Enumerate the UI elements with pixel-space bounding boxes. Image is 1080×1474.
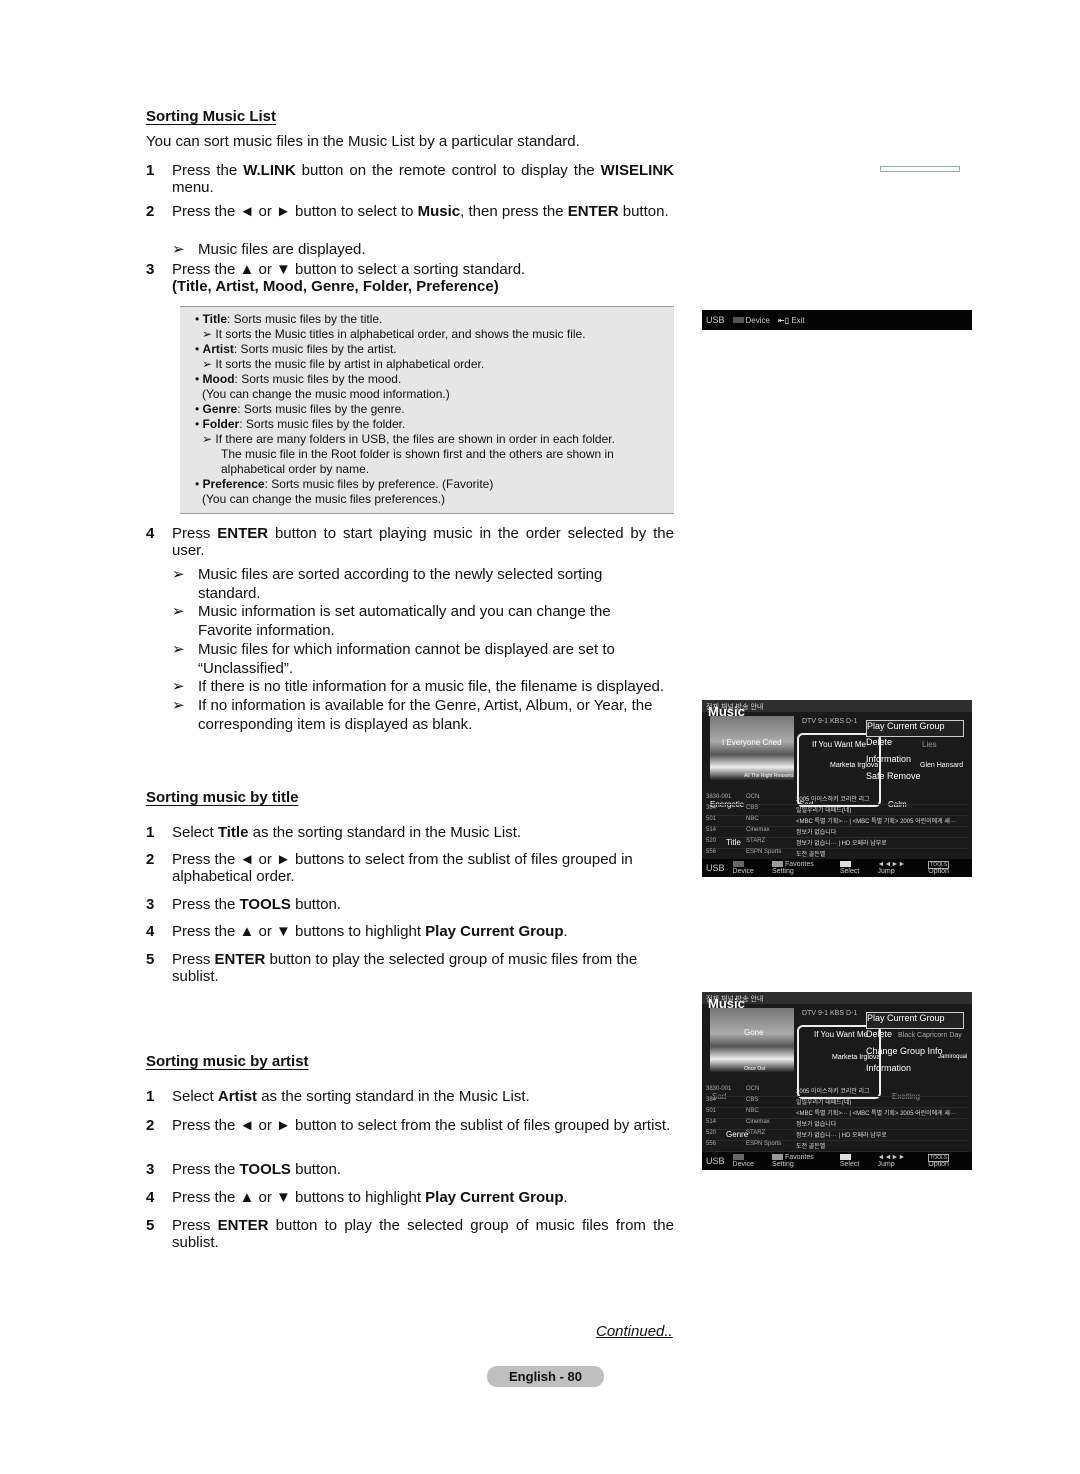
option-button[interactable]: TOOLS Option xyxy=(928,861,968,875)
screen2-bottom-bar: USB Device Favorites Setting Select ◄◄►►… xyxy=(702,859,972,877)
channel-list: 3830-001 OCN 2005 아이스하키 코리안 리그 384 CBS 일일우리기… xyxy=(706,1086,968,1152)
device-button[interactable]: Device xyxy=(732,1154,764,1168)
step-4-note-2: ➢ Music information is set automatically … xyxy=(172,603,611,639)
title-step-5: 5 Press ENTER button to play the selected… xyxy=(146,951,638,985)
screen1-bottom-bar: USB Device ⇤▯ Exit xyxy=(702,310,972,330)
step-4-note-3: ➢ Music files for which information canno… xyxy=(172,641,615,677)
device-button[interactable]: Device xyxy=(732,316,770,325)
artist-step-1: 1 Select Artist as the sorting standard i… xyxy=(146,1088,530,1105)
list-row[interactable]: 384 CBS 일일우리기 대패드(네) xyxy=(706,1097,968,1108)
list-row[interactable]: 520 STARZ 정보가 없습니··· | HD 오페라 남부로 xyxy=(706,838,968,849)
artist-step-5: 5 Press ENTER button to play the selected… xyxy=(146,1217,674,1251)
option-button[interactable]: TOOLS Option xyxy=(928,1154,968,1168)
album-art xyxy=(710,716,794,780)
step-2: 2 Press the ◄ or ► button to select to M… xyxy=(146,203,669,220)
tools-menu: Play Current Group Delete Information Sa… xyxy=(866,720,964,788)
list-row[interactable]: 501 NBC <MBC 특별 기획>··· | <MBC 특별 기획> 2005 … xyxy=(706,1108,968,1119)
step-1: 1 Press the W.LINK button on the remote … xyxy=(146,162,674,196)
section-heading-sorting-music-list: Sorting Music List xyxy=(146,108,277,125)
enter-key-icon xyxy=(839,1154,851,1161)
title-step-3: 3 Press the TOOLS button. xyxy=(146,896,341,913)
menu-play-current-group[interactable]: Play Current Group xyxy=(866,1012,964,1029)
menu-safe-remove[interactable]: Safe Remove xyxy=(866,771,964,788)
menu-information[interactable]: Information xyxy=(866,1063,964,1080)
screen2-music-title-sort: 전체 채널 방송 안내 Music DTV 9-1 KBS D-1 I Ever… xyxy=(702,700,972,877)
album-art xyxy=(710,1008,794,1072)
list-row[interactable]: 556 ESPN Sports 도전 골든벨 xyxy=(706,1141,968,1152)
green-key-icon xyxy=(771,1154,783,1161)
list-row[interactable]: 3830-001 OCN 2005 아이스하키 코리안 리그 xyxy=(706,794,968,805)
arrow-icon: ➢ xyxy=(172,241,185,258)
step-4-note-5: ➢ If no information is available for the … xyxy=(172,697,653,733)
step-2-note: ➢ Music files are displayed. xyxy=(172,241,366,258)
list-row[interactable]: 3830-001 OCN 2005 아이스하키 코리안 리그 xyxy=(706,1086,968,1097)
jump-button[interactable]: ◄◄►► Jump xyxy=(878,1154,921,1168)
step-4-note-1: ➢ Music files are sorted according to the… xyxy=(172,566,603,602)
artist-step-3: 3 Press the TOOLS button. xyxy=(146,1161,341,1178)
screen3-bottom-bar: USB Device Favorites Setting Select ◄◄►►… xyxy=(702,1152,972,1170)
red-key-icon xyxy=(732,1154,744,1161)
enter-key-icon xyxy=(839,861,851,868)
menu-change-group-info[interactable]: Change Group Info xyxy=(866,1046,964,1063)
favorites-setting-button[interactable]: Favorites Setting xyxy=(771,1154,832,1168)
jump-button[interactable]: ◄◄►► Jump xyxy=(878,861,921,875)
step-4-note-4: ➢ If there is no title information for a … xyxy=(172,678,665,695)
section-heading-sorting-by-title: Sorting music by title xyxy=(146,789,299,806)
sorting-standards-info-box: • Title: Sorts music files by the title.… xyxy=(180,306,674,514)
list-row[interactable]: 514 Cinemax 정보가 없습니다 xyxy=(706,827,968,838)
red-key-icon xyxy=(732,861,744,868)
screen3-music-artist-sort: 전체 채널 방송 안내 Music DTV 9-1 KBS D-1 Gone I… xyxy=(702,992,972,1170)
title-step-4: 4 Press the ▲ or ▼ buttons to highlight P… xyxy=(146,923,568,940)
artist-step-2: 2 Press the ◄ or ► button to select from … xyxy=(146,1117,671,1134)
menu-delete[interactable]: Delete xyxy=(866,1029,964,1046)
list-row[interactable]: 384 CBS 일일우리기 대패드(네) xyxy=(706,805,968,816)
title-step-1: 1 Select Title as the sorting standard in… xyxy=(146,824,522,841)
favorites-setting-button[interactable]: Favorites Setting xyxy=(771,861,832,875)
green-key-icon xyxy=(771,861,783,868)
device-button[interactable]: Device xyxy=(732,861,764,875)
select-button[interactable]: Select xyxy=(839,861,870,875)
step-3: 3 Press the ▲ or ▼ button to select a so… xyxy=(146,261,526,295)
list-row[interactable]: 501 NBC <MBC 특별 기획>··· | <MBC 특별 기획> 2005 … xyxy=(706,816,968,827)
menu-play-current-group[interactable]: Play Current Group xyxy=(866,720,964,737)
page-number-badge: English - 80 xyxy=(487,1366,604,1387)
menu-information[interactable]: Information xyxy=(866,754,964,771)
title-step-2: 2 Press the ◄ or ► buttons to select from… xyxy=(146,851,633,885)
step-4: 4 Press ENTER button to start playing mu… xyxy=(146,525,674,559)
menu-delete[interactable]: Delete xyxy=(866,737,964,754)
exit-button[interactable]: ⇤▯ Exit xyxy=(778,316,805,325)
red-key-icon xyxy=(732,317,744,324)
exit-door-icon: ⇤▯ xyxy=(777,315,790,325)
list-row[interactable]: 514 Cinemax 정보가 없습니다 xyxy=(706,1119,968,1130)
select-button[interactable]: Select xyxy=(839,1154,870,1168)
artist-step-4: 4 Press the ▲ or ▼ buttons to highlight P… xyxy=(146,1189,568,1206)
continued-label: Continued.. xyxy=(596,1323,673,1340)
screen1-progress-box xyxy=(880,166,960,172)
tools-menu: Play Current Group Delete Change Group I… xyxy=(866,1012,964,1080)
section-heading-sorting-by-artist: Sorting music by artist xyxy=(146,1053,309,1070)
intro-text: You can sort music files in the Music Li… xyxy=(146,133,580,150)
channel-list: 3830-001 OCN 2005 아이스하키 코리안 리그 384 CBS 일일우리기… xyxy=(706,794,968,860)
